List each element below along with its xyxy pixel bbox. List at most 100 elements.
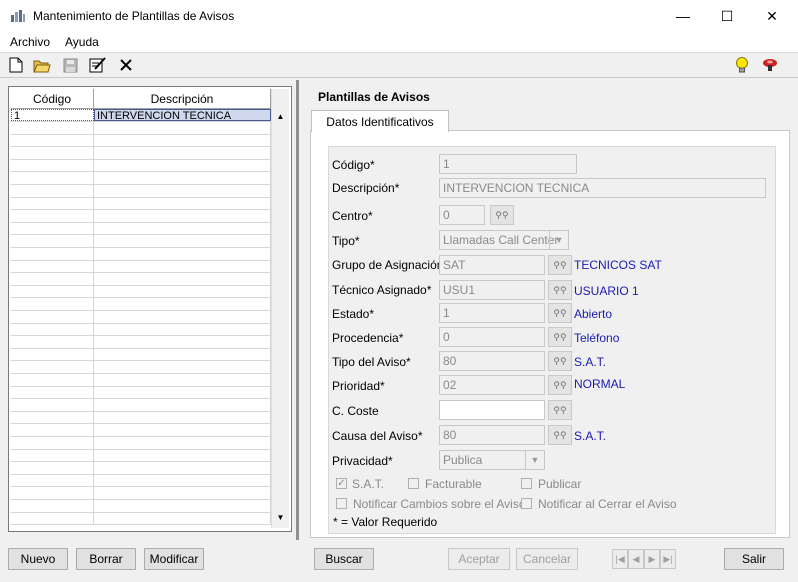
scroll-down-icon[interactable]: ▼ — [272, 509, 289, 526]
scroll-up-icon[interactable]: ▲ — [272, 108, 289, 125]
table-row[interactable] — [11, 172, 271, 185]
minimize-button[interactable]: — — [660, 0, 706, 32]
cell-codigo[interactable] — [11, 373, 94, 386]
cell-descripcion[interactable] — [94, 398, 271, 411]
codigo-input[interactable]: 1 — [439, 154, 577, 174]
causa-lookup-button[interactable]: ⚲⚲ — [548, 425, 572, 445]
borrar-button[interactable]: Borrar — [76, 548, 136, 570]
table-row[interactable] — [11, 487, 271, 500]
table-row[interactable] — [11, 209, 271, 223]
cell-codigo[interactable] — [11, 436, 94, 449]
table-row[interactable] — [11, 134, 271, 148]
table-row[interactable] — [11, 235, 271, 248]
cell-codigo[interactable] — [11, 285, 94, 298]
grupo-input[interactable]: SAT — [439, 255, 545, 275]
first-record-icon[interactable]: |◀ — [612, 549, 628, 569]
table-row[interactable] — [11, 373, 271, 387]
cell-descripcion[interactable] — [94, 222, 271, 235]
menu-archivo[interactable]: Archivo — [10, 35, 50, 49]
lightbulb-icon[interactable] — [732, 55, 752, 75]
notificar-cerrar-checkbox[interactable] — [521, 498, 532, 509]
table-row[interactable] — [11, 298, 271, 311]
facturable-checkbox[interactable] — [408, 478, 419, 489]
tab-datos-identificativos[interactable]: Datos Identificativos — [311, 110, 449, 132]
prioridad-lookup-button[interactable]: ⚲⚲ — [548, 375, 572, 395]
table-row[interactable] — [11, 348, 271, 362]
table-row[interactable] — [11, 424, 271, 437]
cell-descripcion[interactable] — [94, 172, 271, 184]
tecnico-input[interactable]: USU1 — [439, 280, 545, 300]
publicar-checkbox[interactable] — [521, 478, 532, 489]
help-icon[interactable] — [760, 55, 780, 75]
cell-descripcion[interactable] — [94, 461, 271, 474]
tecnico-lookup-button[interactable]: ⚲⚲ — [548, 280, 572, 300]
cell-descripcion[interactable] — [94, 247, 271, 260]
cell-codigo[interactable] — [11, 272, 94, 285]
procedencia-lookup-button[interactable]: ⚲⚲ — [548, 327, 572, 347]
prioridad-input[interactable]: 02 — [439, 375, 545, 395]
cell-codigo[interactable] — [11, 386, 94, 399]
centro-lookup-button[interactable]: ⚲⚲ — [490, 205, 514, 225]
cell-codigo[interactable] — [11, 424, 94, 436]
nuevo-button[interactable]: Nuevo — [8, 548, 68, 570]
cell-descripcion[interactable] — [94, 310, 271, 323]
cell-descripcion[interactable] — [94, 335, 271, 348]
notificar-cambios-checkbox[interactable] — [336, 498, 347, 509]
cancelar-button[interactable]: Cancelar — [516, 548, 578, 570]
open-folder-icon[interactable] — [32, 55, 52, 75]
procedencia-input[interactable]: 0 — [439, 327, 545, 347]
table-row[interactable] — [11, 260, 271, 274]
salir-button[interactable]: Salir — [724, 548, 784, 570]
buscar-button[interactable]: Buscar — [314, 548, 374, 570]
cell-descripcion[interactable] — [94, 424, 271, 436]
save-icon[interactable] — [60, 55, 80, 75]
cell-codigo[interactable] — [11, 361, 94, 373]
table-row[interactable] — [11, 436, 271, 450]
cell-codigo[interactable]: 1 — [11, 109, 94, 121]
new-file-icon[interactable] — [6, 55, 26, 75]
cell-descripcion[interactable] — [94, 373, 271, 386]
menu-ayuda[interactable]: Ayuda — [65, 35, 99, 49]
coste-input[interactable] — [439, 400, 545, 420]
table-row[interactable] — [11, 310, 271, 324]
table-row[interactable] — [11, 159, 271, 173]
cell-descripcion[interactable] — [94, 260, 271, 273]
cell-descripcion[interactable] — [94, 285, 271, 298]
column-header-descripcion[interactable]: Descripción — [94, 89, 271, 109]
table-row[interactable] — [11, 386, 271, 400]
cell-codigo[interactable] — [11, 222, 94, 235]
causa-input[interactable]: 80 — [439, 425, 545, 445]
table-row[interactable] — [11, 184, 271, 198]
cell-descripcion[interactable] — [94, 386, 271, 399]
next-record-icon[interactable]: ▶ — [644, 549, 660, 569]
close-button[interactable]: ✕ — [749, 0, 795, 32]
table-row[interactable] — [11, 512, 271, 526]
cell-codigo[interactable] — [11, 335, 94, 348]
grupo-lookup-button[interactable]: ⚲⚲ — [548, 255, 572, 275]
cell-descripcion[interactable] — [94, 348, 271, 361]
chevron-down-icon[interactable]: ▼ — [525, 451, 544, 469]
cell-descripcion[interactable] — [94, 197, 271, 210]
cell-descripcion[interactable]: INTERVENCION TECNICA — [94, 109, 271, 121]
centro-input[interactable]: 0 — [439, 205, 485, 225]
cell-codigo[interactable] — [11, 499, 94, 512]
cell-descripcion[interactable] — [94, 323, 271, 336]
table-row[interactable]: 1 INTERVENCION TECNICA — [11, 109, 271, 122]
cell-codigo[interactable] — [11, 134, 94, 147]
cell-codigo[interactable] — [11, 487, 94, 499]
last-record-icon[interactable]: ▶| — [660, 549, 676, 569]
cell-descripcion[interactable] — [94, 487, 271, 499]
cell-descripcion[interactable] — [94, 235, 271, 247]
previous-record-icon[interactable]: ◀ — [628, 549, 644, 569]
table-row[interactable] — [11, 272, 271, 286]
cell-descripcion[interactable] — [94, 499, 271, 512]
table-row[interactable] — [11, 398, 271, 412]
table-row[interactable] — [11, 361, 271, 374]
table-row[interactable] — [11, 146, 271, 160]
tipo-select[interactable]: Llamadas Call Center ▼ — [439, 230, 569, 250]
cell-codigo[interactable] — [11, 411, 94, 424]
cell-codigo[interactable] — [11, 184, 94, 197]
cell-codigo[interactable] — [11, 348, 94, 361]
edit-icon[interactable] — [87, 55, 107, 75]
table-row[interactable] — [11, 121, 271, 135]
